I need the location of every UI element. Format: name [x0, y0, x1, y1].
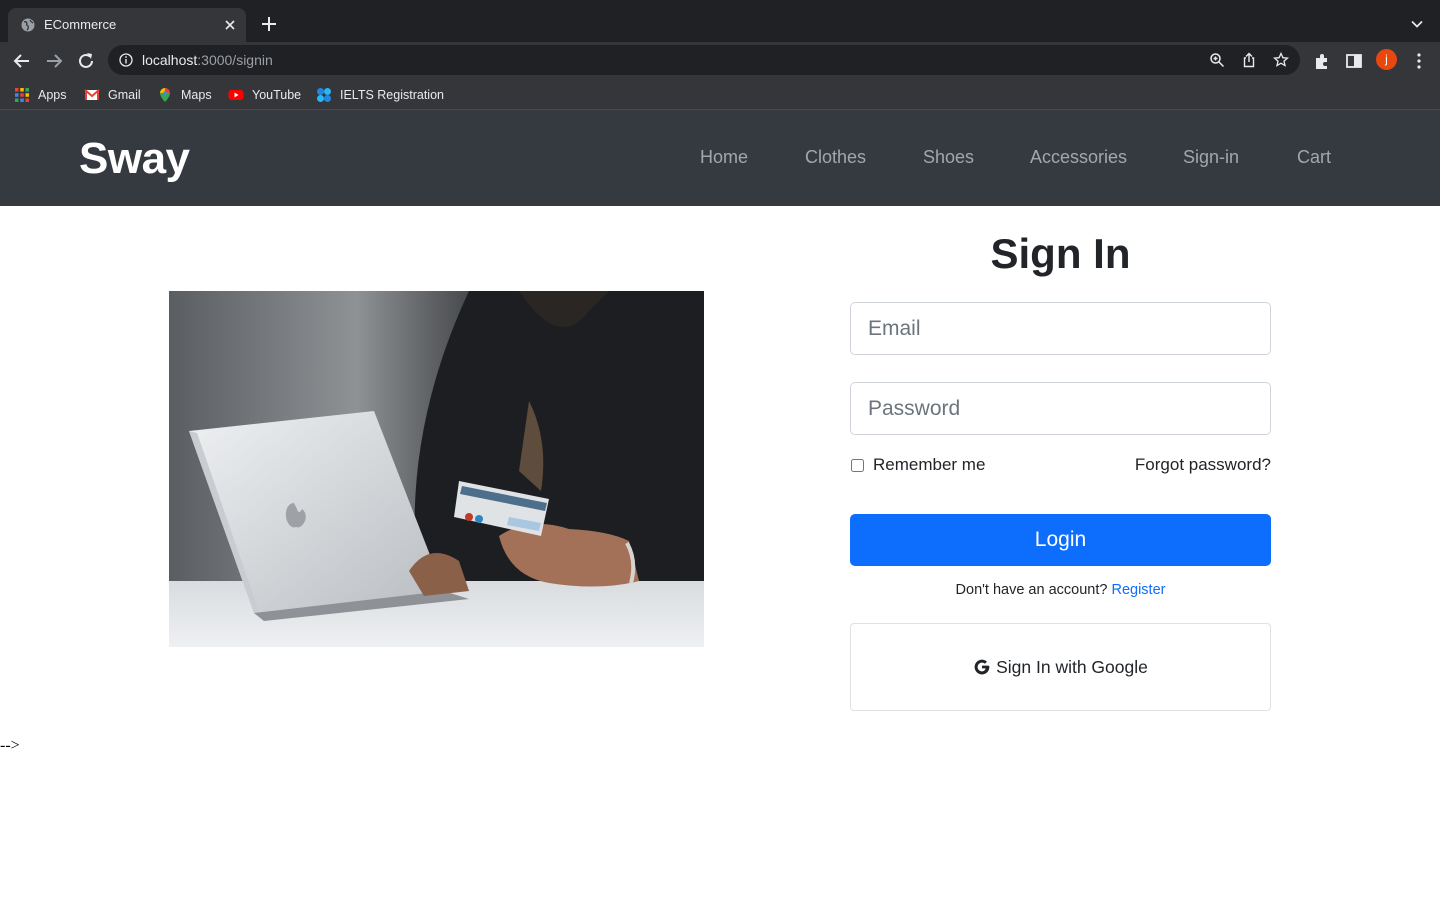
bookmark-label: Gmail [108, 87, 141, 102]
browser-tabstrip: ECommerce [0, 0, 1440, 42]
browser-tab[interactable]: ECommerce [8, 8, 246, 42]
bookmark-apps[interactable]: Apps [14, 86, 67, 103]
remember-me-label[interactable]: Remember me [873, 455, 985, 475]
share-icon[interactable] [1241, 52, 1257, 68]
url-text: localhost:3000/signin [142, 52, 273, 68]
address-bar[interactable]: localhost:3000/signin [108, 45, 1300, 75]
gmail-icon [84, 88, 100, 100]
youtube-icon [228, 89, 244, 100]
bookmark-ielts[interactable]: IELTS Registration [316, 86, 444, 103]
nav-link-home[interactable]: Home [700, 147, 748, 168]
nav-link-clothes[interactable]: Clothes [805, 147, 866, 168]
forgot-password-link[interactable]: Forgot password? [1060, 455, 1271, 475]
ielts-icon [317, 87, 331, 102]
register-link[interactable]: Register [1111, 582, 1165, 598]
login-button[interactable]: Login [850, 514, 1271, 566]
nav-link-cart[interactable]: Cart [1297, 147, 1331, 168]
password-field[interactable] [850, 382, 1271, 435]
bookmark-star-icon[interactable] [1273, 52, 1289, 68]
reload-icon[interactable] [76, 51, 96, 71]
maps-icon [160, 87, 170, 102]
globe-icon [21, 18, 35, 32]
bookmark-gmail[interactable]: Gmail [84, 86, 141, 103]
chevron-down-icon[interactable] [1410, 17, 1424, 31]
signin-title: Sign In [990, 230, 1131, 277]
site-navbar: Sway Home Clothes Shoes Accessories Sign… [0, 110, 1440, 206]
forward-arrow-icon[interactable] [44, 51, 64, 71]
url-host: localhost [142, 52, 198, 68]
kebab-menu-icon[interactable] [1409, 51, 1429, 71]
nav-link-sign-in[interactable]: Sign-in [1183, 147, 1239, 168]
url-path: :3000/signin [197, 52, 273, 68]
apps-grid-icon [15, 87, 29, 102]
profile-avatar[interactable]: j [1376, 49, 1397, 70]
back-arrow-icon[interactable] [12, 51, 32, 71]
bookmark-label: IELTS Registration [340, 87, 444, 102]
extensions-icon[interactable] [1312, 51, 1332, 71]
stray-comment-text: --> [0, 737, 20, 754]
google-g-icon [974, 659, 990, 675]
side-panel-icon[interactable] [1344, 51, 1364, 71]
nav-link-accessories[interactable]: Accessories [1030, 147, 1127, 168]
browser-toolbar: localhost:3000/signin j [0, 42, 1440, 79]
brand-logo[interactable]: Sway [79, 134, 190, 184]
register-prompt: Don't have an account? Register [850, 582, 1271, 598]
bookmark-label: Apps [38, 87, 67, 102]
laptop-credit-card-photo [169, 291, 704, 647]
bookmark-youtube[interactable]: YouTube [228, 86, 301, 103]
no-account-text: Don't have an account? [955, 582, 1108, 598]
email-field[interactable] [850, 302, 1271, 355]
bookmark-label: YouTube [252, 87, 302, 102]
new-tab-icon[interactable] [261, 16, 277, 32]
tab-title: ECommerce [44, 17, 117, 32]
info-icon[interactable] [119, 53, 133, 67]
bookmark-maps[interactable]: Maps [157, 86, 212, 103]
remember-me: Remember me [850, 455, 985, 475]
close-icon[interactable] [222, 17, 238, 33]
bookmarks-bar: Apps Gmail Maps YouTube IELTS Registrati… [0, 79, 1440, 110]
zoom-icon[interactable] [1209, 52, 1225, 68]
nav-link-shoes[interactable]: Shoes [923, 147, 974, 168]
bookmark-label: Maps [181, 87, 212, 102]
google-signin-label: Sign In with Google [996, 656, 1148, 677]
remember-me-checkbox[interactable] [851, 458, 864, 472]
google-signin-button[interactable]: Sign In with Google [850, 623, 1271, 711]
